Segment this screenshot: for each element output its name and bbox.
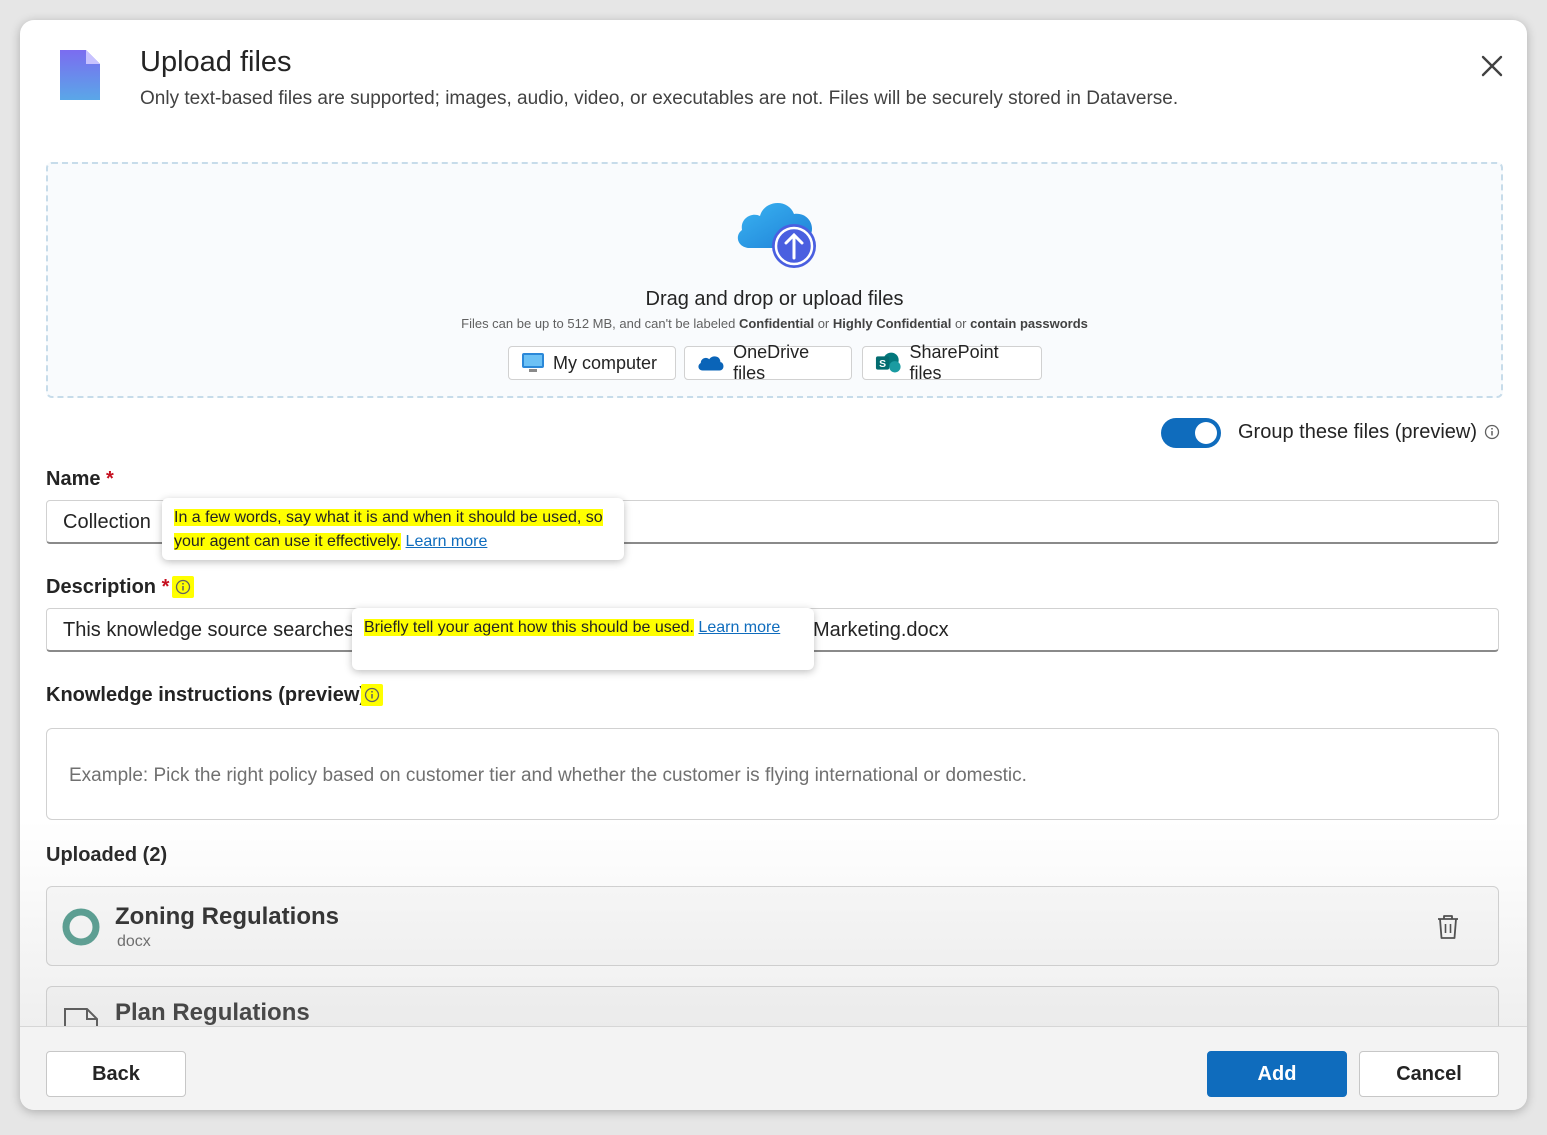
cloud-upload-icon [737, 202, 816, 268]
file-status-icon [62, 908, 100, 946]
cancel-button[interactable]: Cancel [1359, 1051, 1499, 1097]
description-info-icon[interactable] [172, 576, 194, 598]
onedrive-icon [698, 356, 724, 371]
name-learn-more-link[interactable]: Learn more [406, 533, 488, 550]
description-value-start: This knowledge source searches [63, 619, 355, 641]
description-value-end: Marketing.docx [813, 619, 949, 641]
close-icon[interactable] [1476, 50, 1508, 82]
knowledge-instructions-input[interactable]: Example: Pick the right policy based on … [46, 728, 1499, 820]
file-type: docx [117, 933, 151, 950]
dialog-footer: Back Add Cancel [20, 1026, 1527, 1110]
instructions-info-icon[interactable] [361, 684, 383, 706]
onedrive-files-button[interactable]: OneDrive files [684, 342, 852, 383]
back-button[interactable]: Back [46, 1051, 186, 1097]
dialog-title: Upload files [140, 46, 292, 78]
add-button[interactable]: Add [1207, 1051, 1347, 1097]
description-learn-more-link[interactable]: Learn more [698, 619, 780, 636]
toggle-knob [1195, 422, 1217, 444]
dropzone-title: Drag and drop or upload files [645, 288, 904, 310]
file-dropzone[interactable]: Drag and drop or upload files Files can … [46, 162, 1503, 398]
group-files-toggle[interactable] [1161, 418, 1221, 448]
dropzone-note: Files can be up to 512 MB, and can't be … [461, 316, 1088, 331]
sharepoint-icon: S [875, 352, 901, 373]
monitor-icon [522, 353, 544, 372]
group-files-label: Group these files (preview) [1238, 421, 1477, 443]
file-name: Zoning Regulations [115, 903, 339, 930]
uploaded-heading: Uploaded (2) [46, 844, 168, 866]
uploaded-file-row: Zoning Regulations docx [46, 886, 1499, 966]
upload-files-dialog: Upload files Only text-based files are s… [20, 20, 1527, 1110]
name-label: Name * [46, 468, 114, 490]
info-icon[interactable] [1484, 424, 1500, 440]
onedrive-files-label: OneDrive files [733, 342, 810, 383]
document-icon [60, 50, 100, 100]
description-tooltip: Briefly tell your agent how this should … [352, 608, 814, 670]
knowledge-instructions-label: Knowledge instructions (preview) [46, 684, 367, 706]
my-computer-label: My computer [553, 352, 658, 373]
name-tooltip: In a few words, say what it is and when … [162, 498, 624, 560]
svg-text:S: S [879, 359, 886, 370]
trash-icon[interactable] [1435, 913, 1461, 941]
sharepoint-files-button[interactable]: S SharePoint files [862, 342, 1042, 383]
dialog-subtitle: Only text-based files are supported; ima… [140, 88, 1179, 109]
my-computer-button[interactable]: My computer [508, 346, 676, 380]
sharepoint-files-label: SharePoint files [909, 342, 999, 383]
file-name: Plan Regulations [115, 999, 310, 1026]
description-label: Description * [46, 576, 170, 598]
